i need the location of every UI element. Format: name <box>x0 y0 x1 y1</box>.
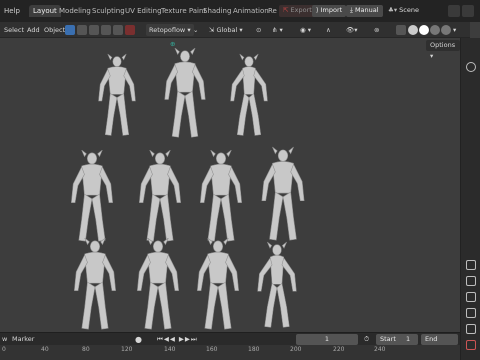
import-button[interactable]: ⟩ Import <box>312 5 347 17</box>
3d-viewport[interactable]: ⊕ Options ▾ <box>0 38 460 332</box>
chevron-down-icon: ▾ <box>185 26 191 34</box>
ruler-tick: 140 <box>164 346 176 353</box>
xray-icon[interactable] <box>396 25 406 35</box>
shading-wireframe-icon[interactable] <box>408 25 418 35</box>
chevron-down-icon: ▾ <box>430 52 434 60</box>
creature-model[interactable] <box>134 150 186 244</box>
ruler-tick: 0 <box>2 346 6 353</box>
delete-scene-icon[interactable] <box>462 5 474 17</box>
ruler-tick: 240 <box>374 346 386 353</box>
select-mode-icon[interactable] <box>77 25 87 35</box>
creature-model[interactable] <box>96 52 138 140</box>
tool-settings-icon[interactable] <box>466 260 476 270</box>
manual-button[interactable]: ⤓ Manual <box>346 5 383 17</box>
menu-add[interactable]: Add <box>27 24 40 36</box>
world-icon[interactable] <box>466 340 476 350</box>
orientation-icon: ⇲ <box>209 26 217 34</box>
end-frame-field[interactable]: End 250 <box>421 334 458 354</box>
zoom-icon[interactable] <box>466 62 476 72</box>
shading-solid-icon[interactable] <box>419 25 429 35</box>
creature-model[interactable] <box>196 150 246 244</box>
falloff-icon[interactable]: ∧ <box>326 24 331 36</box>
scene-selector[interactable]: ♣▾ Scene <box>384 5 423 17</box>
transform-orientation[interactable]: ⇲ Global ▾ <box>209 24 243 36</box>
ruler-tick: 200 <box>290 346 302 353</box>
shading-material-icon[interactable] <box>430 25 440 35</box>
creature-model[interactable] <box>66 238 124 332</box>
ruler-tick: 120 <box>121 346 133 353</box>
retopoflow-dropdown[interactable]: Retopoflow ▾ <box>146 24 194 36</box>
ruler-tick: 80 <box>82 346 90 353</box>
creature-model[interactable] <box>193 238 243 332</box>
export-button[interactable]: ⇱ Export <box>279 5 316 17</box>
scene-icon: ♣▾ <box>388 6 400 14</box>
ruler-tick: 180 <box>248 346 260 353</box>
export-icon: ⇱ <box>283 6 291 14</box>
ruler-tick: 160 <box>206 346 218 353</box>
scene-props-icon[interactable] <box>466 324 476 334</box>
playback-controls[interactable]: ⏮◀◀ ▶▶⏭ <box>157 334 198 345</box>
ruler-tick: 220 <box>333 346 345 353</box>
top-menu-bar: Help Layout Modeling Sculpting UV Editin… <box>0 0 480 22</box>
select-box-icon[interactable] <box>65 25 75 35</box>
select-mode-icon[interactable] <box>113 25 123 35</box>
shading-rendered-icon[interactable] <box>441 25 451 35</box>
timeline-ruler[interactable]: 0 40 80 120 140 160 180 200 220 240 <box>0 345 460 360</box>
render-icon[interactable] <box>466 276 476 286</box>
keyframe-record-icon[interactable]: ● <box>135 334 142 345</box>
creature-model[interactable] <box>228 50 270 142</box>
chevron-down-icon[interactable]: ▾ <box>453 24 456 36</box>
menu-select[interactable]: Select <box>4 24 24 36</box>
creature-model[interactable] <box>259 146 307 244</box>
creature-model[interactable] <box>67 150 117 244</box>
output-icon[interactable] <box>466 292 476 302</box>
chevron-down-icon: ▾ <box>237 26 243 34</box>
pivot-icon[interactable]: ⊙ <box>256 24 261 36</box>
ruler-tick: 40 <box>41 346 49 353</box>
right-toolbar <box>460 38 480 360</box>
copy-scene-icon[interactable] <box>448 5 460 17</box>
menu-marker[interactable]: Marker <box>12 334 34 345</box>
clock-icon[interactable]: ⏱ <box>364 334 369 345</box>
view-layer-icon[interactable] <box>466 308 476 318</box>
visibility-icon[interactable]: 👁▾ <box>346 24 358 36</box>
creature-model[interactable] <box>160 48 210 140</box>
snapping-icon[interactable]: ⋔ ▾ <box>272 24 283 36</box>
menu-object[interactable]: Object <box>44 24 65 36</box>
menu-view[interactable]: w <box>2 334 7 345</box>
current-frame-field[interactable]: 1 <box>296 334 358 345</box>
gizmo-icon[interactable]: ⊚ <box>374 24 379 36</box>
start-frame-field[interactable]: Start 1 <box>376 334 418 345</box>
snap-icon[interactable]: ⌄ <box>193 24 198 36</box>
creature-model[interactable] <box>133 238 183 332</box>
select-mode-icon[interactable] <box>101 25 111 35</box>
options-dropdown[interactable]: Options ▾ <box>426 40 460 60</box>
proportional-edit-icon[interactable]: ◉ ▾ <box>300 24 311 36</box>
creature-model[interactable] <box>255 240 299 332</box>
select-mode-icon[interactable] <box>89 25 99 35</box>
tool-icon[interactable] <box>125 25 135 35</box>
timeline-header: w Marker ● ⏮◀◀ ▶▶⏭ 1 ⏱ Start 1 End 250 <box>0 332 460 354</box>
viewport-header: Select Add Object Retopoflow ▾ ⌄ ⇲ Globa… <box>0 22 470 38</box>
menu-help[interactable]: Help <box>4 5 20 17</box>
